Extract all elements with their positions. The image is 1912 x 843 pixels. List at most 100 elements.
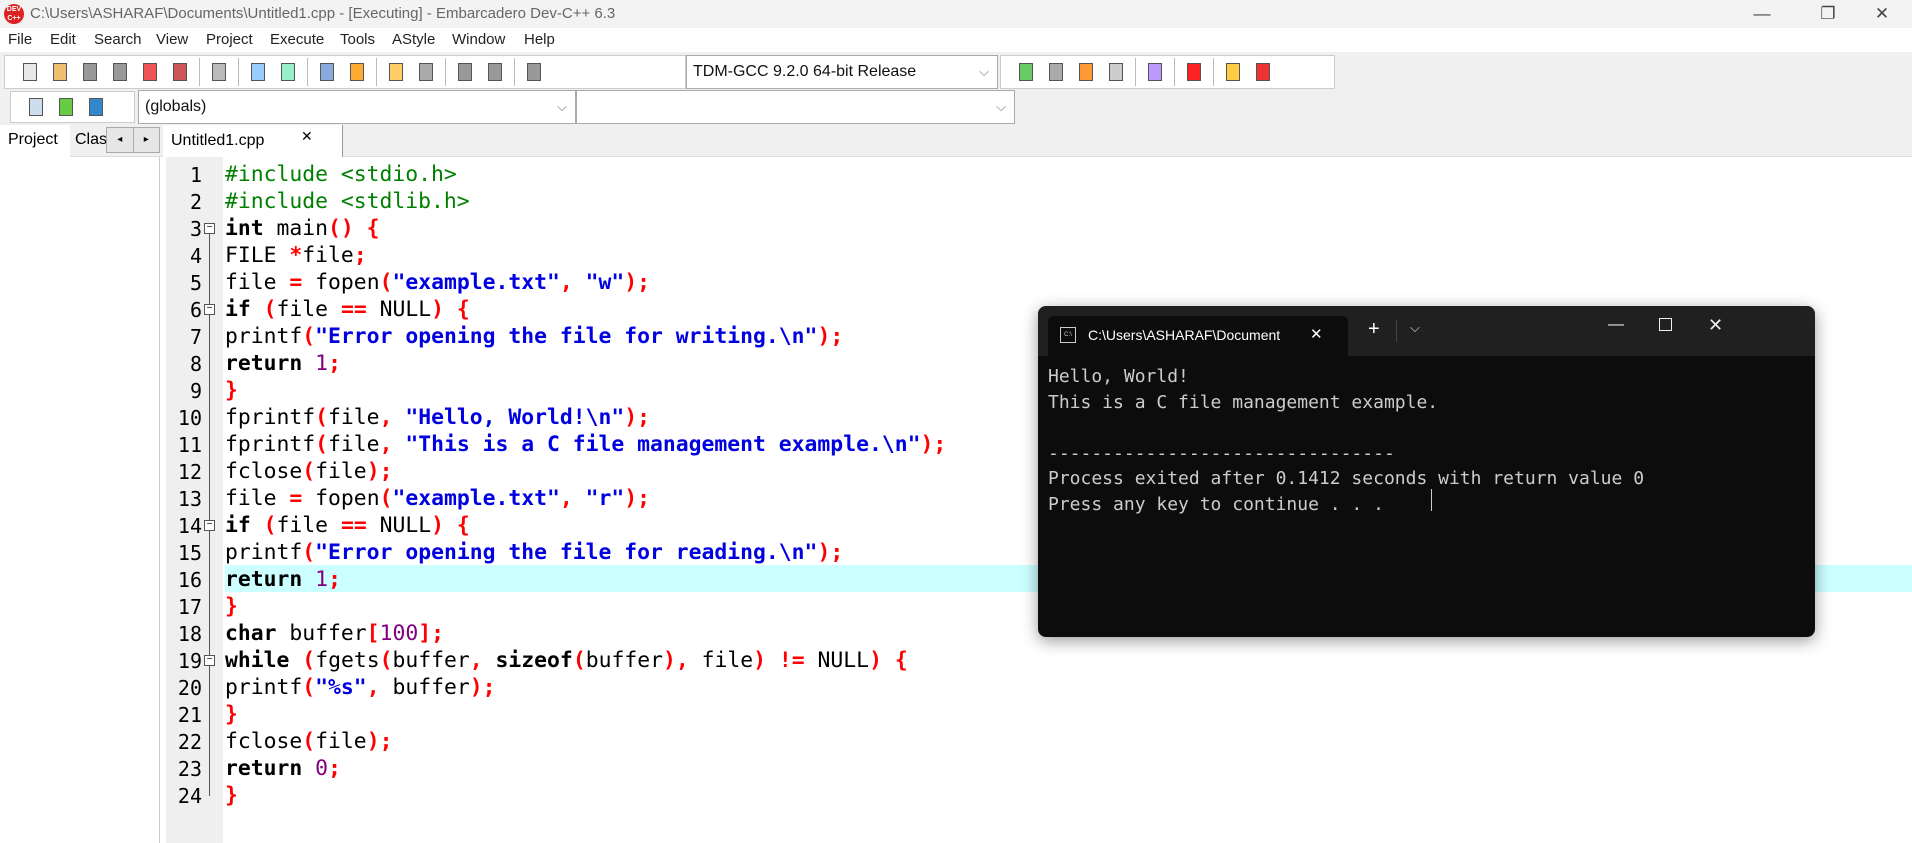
tab-classes[interactable]: Clas [72, 125, 108, 157]
code-line[interactable]: fclose(file); [225, 728, 392, 755]
scope-select[interactable]: (globals) ⌵ [138, 90, 576, 124]
save-all-icon[interactable] [105, 57, 135, 87]
code-line[interactable]: } [225, 593, 238, 620]
code-line[interactable]: #include <stdio.h> [225, 161, 457, 188]
unindent-icon[interactable] [480, 57, 510, 87]
tab-project[interactable]: Project [0, 125, 70, 157]
open-file-icon[interactable] [45, 57, 75, 87]
code-token: file [225, 270, 290, 295]
code-line[interactable]: printf("%s", buffer); [225, 674, 496, 701]
menu-astyle[interactable]: AStyle [392, 31, 435, 48]
terminal-tab[interactable]: C:\ C:\Users\ASHARAF\Document ✕ [1048, 316, 1348, 356]
menu-window[interactable]: Window [452, 31, 505, 48]
compiler-select[interactable]: TDM-GCC 9.2.0 64-bit Release ⌵ [686, 55, 998, 89]
code-line[interactable]: file = fopen("example.txt", "w"); [225, 269, 650, 296]
code-line[interactable]: return 0; [225, 755, 341, 782]
close-button[interactable]: ✕ [1852, 0, 1912, 28]
code-line[interactable]: printf("Error opening the file for writi… [225, 323, 843, 350]
menu-tools[interactable]: Tools [340, 31, 375, 48]
code-line[interactable]: } [225, 782, 238, 809]
code-line[interactable]: printf("Error opening the file for readi… [225, 539, 843, 566]
close-icon[interactable]: ✕ [301, 128, 313, 145]
new-file-icon[interactable] [15, 57, 45, 87]
code-token: ( [263, 297, 277, 322]
close-file-icon[interactable] [135, 57, 165, 87]
chart-icon[interactable] [1218, 57, 1248, 87]
code-token: main [263, 216, 329, 241]
menu-execute[interactable]: Execute [270, 31, 324, 48]
indent-icon[interactable] [450, 57, 480, 87]
minimize-icon[interactable]: — [1608, 316, 1624, 334]
code-token: buffer [276, 621, 367, 646]
menu-project[interactable]: Project [206, 31, 253, 48]
fold-toggle-icon[interactable]: − [204, 223, 215, 234]
minimize-button[interactable]: — [1732, 0, 1792, 28]
code-token: ( [302, 540, 316, 565]
code-line[interactable]: } [225, 701, 238, 728]
menu-file[interactable]: File [8, 31, 32, 48]
code-line[interactable]: } [225, 377, 238, 404]
tab-label: Clas [75, 131, 108, 148]
compiler-select-value: TDM-GCC 9.2.0 64-bit Release [693, 63, 917, 80]
comment-icon[interactable] [519, 57, 549, 87]
editor-tab-untitled1[interactable]: Untitled1.cpp ✕ [163, 125, 343, 157]
fold-toggle-icon[interactable]: − [204, 520, 215, 531]
check-syntax-icon[interactable] [1140, 57, 1170, 87]
profile-delete-icon[interactable] [1248, 57, 1278, 87]
menu-help[interactable]: Help [524, 31, 555, 48]
fold-toggle-icon[interactable]: − [204, 655, 215, 666]
fold-toggle-icon[interactable]: − [204, 304, 215, 315]
code-line[interactable]: #include <stdlib.h> [225, 188, 470, 215]
code-line[interactable]: return 1; [225, 566, 341, 593]
code-token: , [469, 648, 496, 673]
line-number: 21 [177, 703, 202, 727]
replace-icon[interactable] [273, 57, 303, 87]
close-icon[interactable]: ✕ [1708, 315, 1723, 336]
code-line[interactable]: char buffer[100]; [225, 620, 444, 647]
compile-icon[interactable] [1011, 57, 1041, 87]
maximize-icon[interactable] [1659, 318, 1672, 331]
toggle-view-icon[interactable] [312, 57, 342, 87]
find-icon[interactable] [243, 57, 273, 87]
close-icon[interactable]: ✕ [1310, 325, 1323, 343]
stop-icon[interactable] [1179, 57, 1209, 87]
code-line[interactable]: fprintf(file, "This is a C file manageme… [225, 431, 946, 458]
class-browser-icon[interactable] [81, 92, 111, 122]
code-line[interactable]: int main() { [225, 215, 380, 242]
code-token: * [289, 243, 303, 268]
menu-search[interactable]: Search [94, 31, 142, 48]
code-line[interactable]: while (fgets(buffer, sizeof(buffer), fil… [225, 647, 908, 674]
save-icon[interactable] [75, 57, 105, 87]
rebuild-icon[interactable] [1101, 57, 1131, 87]
code-token: file [328, 432, 380, 457]
menu-view[interactable]: View [156, 31, 188, 48]
restore-button[interactable]: ❐ [1798, 0, 1858, 28]
code-line[interactable]: FILE *file; [225, 242, 367, 269]
new-class-icon[interactable] [21, 92, 51, 122]
compile-run-icon[interactable] [1071, 57, 1101, 87]
code-line[interactable]: if (file == NULL) { [225, 512, 470, 539]
code-token: if [225, 513, 251, 538]
code-line[interactable]: fclose(file); [225, 458, 392, 485]
code-token: FILE [225, 243, 290, 268]
menu-edit[interactable]: Edit [50, 31, 76, 48]
line-number: 7 [189, 325, 202, 349]
code-token: ); [624, 486, 651, 511]
redo-icon[interactable] [411, 57, 441, 87]
scroll-left-icon[interactable]: ◂ [107, 128, 134, 152]
code-line[interactable]: file = fopen("example.txt", "r"); [225, 485, 650, 512]
add-file-icon[interactable] [51, 92, 81, 122]
code-line[interactable]: fprintf(file, "Hello, World!\n"); [225, 404, 650, 431]
scroll-right-icon[interactable]: ▸ [134, 128, 160, 152]
member-select[interactable]: ⌵ [576, 90, 1015, 124]
new-tab-icon[interactable]: + [1368, 318, 1380, 341]
chevron-down-icon[interactable]: ⌵ [1410, 320, 1420, 336]
goto-line-icon[interactable] [342, 57, 372, 87]
code-line[interactable]: return 1; [225, 350, 341, 377]
code-line[interactable]: if (file == NULL) { [225, 296, 470, 323]
print-icon[interactable] [204, 57, 234, 87]
undo-icon[interactable] [381, 57, 411, 87]
code-token: ; [328, 567, 341, 592]
close-all-icon[interactable] [165, 57, 195, 87]
run-icon[interactable] [1041, 57, 1071, 87]
